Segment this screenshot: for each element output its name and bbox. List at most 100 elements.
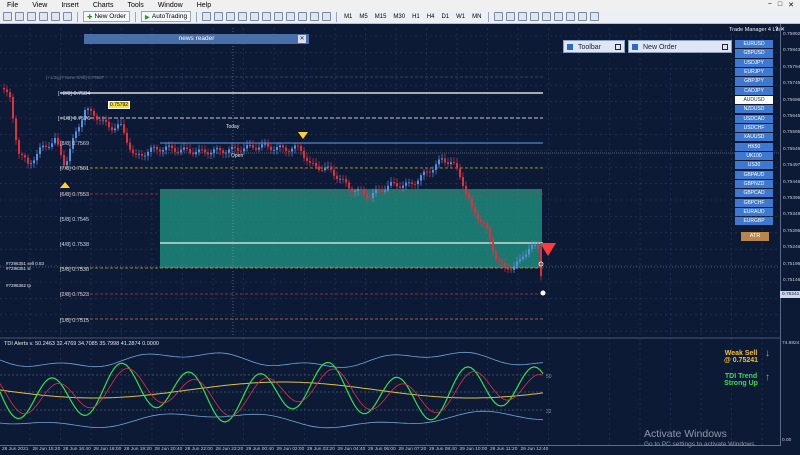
channel-icon[interactable] (554, 12, 564, 21)
symbol-button[interactable]: XAUUSD (735, 133, 773, 142)
autoscroll-icon[interactable] (274, 12, 284, 21)
candle-body (168, 145, 170, 147)
symbol-button[interactable]: UK100 (735, 151, 773, 161)
profiles-icon[interactable] (15, 12, 24, 21)
menu-tools[interactable]: Tools (120, 2, 150, 9)
symbol-button[interactable]: GBPUSD (735, 49, 773, 58)
trendline-icon[interactable] (542, 12, 552, 21)
timeframe-h1[interactable]: H1 (410, 14, 422, 20)
symbol-button[interactable]: EURUSD (735, 40, 773, 49)
news-reader-bar[interactable]: news reader ✕ (84, 34, 309, 44)
templates-icon[interactable] (322, 12, 332, 21)
level-label-2: [2/8] 0.7523 (60, 292, 90, 298)
frame-shift-label: [+1/3ig] Frame Shift] 0.75987 (46, 75, 105, 80)
maximize-icon[interactable]: □ (778, 1, 782, 9)
menu-view[interactable]: View (25, 2, 54, 9)
zoom-in-icon[interactable] (238, 12, 248, 21)
terminal-icon[interactable] (63, 12, 72, 21)
candle-body (249, 145, 251, 146)
timeframe-mn[interactable]: MN (470, 14, 483, 20)
menu-file[interactable]: File (0, 2, 25, 9)
timeframe-m30[interactable]: M30 (391, 14, 407, 20)
symbol-button[interactable]: EURAUD (735, 207, 773, 217)
zoom-out-icon[interactable] (250, 12, 260, 21)
indicators-icon[interactable] (298, 12, 308, 21)
symbol-button[interactable]: AUDUSD (735, 95, 773, 105)
symbol-button[interactable]: GBPAUD (735, 170, 773, 179)
candle-body (120, 124, 122, 126)
symbol-button[interactable]: USDCHF (735, 123, 773, 133)
maximize-icon[interactable] (615, 44, 621, 50)
price-axis-label: 0.75696 (783, 97, 800, 103)
candle-body (357, 188, 359, 191)
text-tool-icon[interactable] (578, 12, 588, 21)
candle-body (513, 266, 515, 270)
navigator-icon[interactable] (51, 12, 60, 21)
close-icon[interactable]: ✕ (788, 1, 794, 9)
periods-icon[interactable] (310, 12, 320, 21)
candle-body (123, 124, 125, 133)
timeframe-h4[interactable]: H4 (425, 14, 437, 20)
symbol-button[interactable]: GBPCHF (735, 198, 773, 207)
atr-button[interactable]: ATR (741, 232, 769, 241)
candle-body (471, 199, 473, 208)
toolbar-panel[interactable]: Toolbar (563, 40, 625, 53)
menu-window[interactable]: Window (151, 2, 190, 9)
bar-chart-icon[interactable] (202, 12, 212, 21)
arrow-tool-icon[interactable] (590, 12, 600, 21)
symbol-button[interactable]: GBPJPY (735, 77, 773, 86)
new-order-panel[interactable]: New Order (628, 40, 732, 53)
new-order-button[interactable]: ✚ New Order (83, 11, 130, 22)
candle-body (270, 146, 272, 151)
autotrading-button[interactable]: ▶ AutoTrading (140, 11, 192, 22)
price-axis-label: 0.75146 (783, 278, 800, 283)
candle-body (336, 175, 338, 180)
sell-signal-arrow (540, 243, 556, 256)
tile-windows-icon[interactable] (262, 12, 272, 21)
timeframe-m15[interactable]: M15 (373, 14, 389, 20)
maximize-icon[interactable] (722, 44, 728, 50)
symbol-button[interactable]: EURJPY (735, 67, 773, 77)
timeframe-w1[interactable]: W1 (454, 14, 467, 20)
symbol-button[interactable]: USDJPY (735, 58, 773, 67)
market-watch-icon[interactable] (27, 12, 36, 21)
symbol-button[interactable]: USDCAD (735, 114, 773, 123)
symbol-button[interactable]: US30 (735, 161, 773, 170)
symbol-button[interactable]: GBPCAD (735, 189, 773, 198)
price-axis-label: 0.75892 (783, 32, 800, 37)
menu-help[interactable]: Help (190, 2, 218, 9)
symbol-button[interactable]: GBPNZD (735, 179, 773, 189)
fibonacci-icon[interactable] (566, 12, 576, 21)
candle-body (534, 245, 536, 246)
new-chart-icon[interactable] (3, 12, 12, 21)
timeframe-m5[interactable]: M5 (357, 14, 369, 20)
data-window-icon[interactable] (39, 12, 48, 21)
level-label-8: [8/8] 0.7569 (60, 141, 90, 147)
candle-body (351, 188, 353, 192)
candle-body (279, 145, 281, 148)
crosshair-icon[interactable] (506, 12, 516, 21)
symbol-button[interactable]: EURGBP (735, 217, 773, 226)
candlestick-icon[interactable] (214, 12, 224, 21)
close-icon[interactable]: ✕ (298, 35, 306, 43)
minimize-icon[interactable]: − (768, 1, 772, 9)
symbol-button[interactable]: CADJPY (735, 86, 773, 95)
line-chart-icon[interactable] (226, 12, 236, 21)
level-label-7: [7/8] 0.7561 (60, 166, 90, 172)
timeframe-m1[interactable]: M1 (342, 14, 354, 20)
candle-body (348, 182, 350, 189)
symbol-button[interactable]: HK50 (735, 142, 773, 151)
candle-body (462, 177, 464, 186)
indicator-level-high: 50 (546, 374, 552, 380)
menu-insert[interactable]: Insert (54, 2, 86, 9)
menu-charts[interactable]: Charts (86, 2, 121, 9)
timeframe-d1[interactable]: D1 (439, 14, 451, 20)
vertical-line-icon[interactable] (518, 12, 528, 21)
price-chart[interactable] (0, 24, 780, 445)
chart-shift-icon[interactable] (286, 12, 296, 21)
candle-body (285, 147, 287, 151)
horizontal-line-icon[interactable] (530, 12, 540, 21)
candle-body (114, 128, 116, 131)
cursor-icon[interactable] (494, 12, 504, 21)
symbol-button[interactable]: NZDUSD (735, 105, 773, 114)
